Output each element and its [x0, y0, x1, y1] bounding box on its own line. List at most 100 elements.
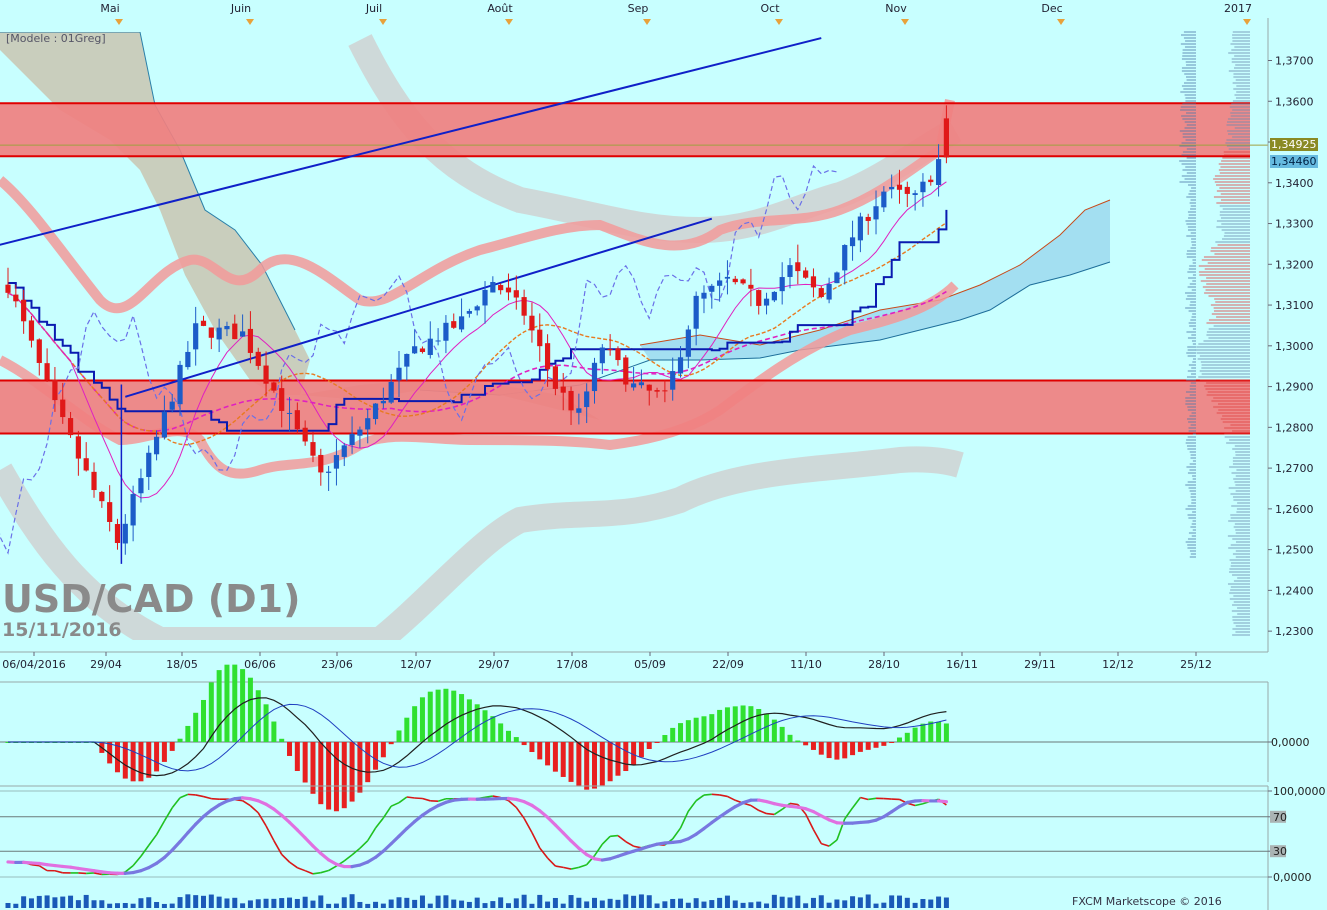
volume-bar [943, 897, 949, 908]
macd-histogram-bar [373, 742, 379, 770]
volume-bar [318, 895, 324, 908]
stoch-k-segment [163, 807, 173, 822]
volume-bar [904, 897, 910, 908]
date-tick-label: 23/06 [321, 658, 353, 671]
candle-body [130, 494, 136, 526]
macd-histogram-bar [592, 742, 597, 789]
candle-body [826, 283, 832, 300]
macd-histogram-bar [341, 742, 347, 809]
macd-histogram-bar [263, 704, 269, 742]
volume-bar [138, 898, 144, 908]
candle-body [99, 491, 105, 502]
volume-bar [91, 900, 97, 908]
volume-bar [646, 895, 652, 908]
volume-bar [764, 903, 770, 908]
candle-body [216, 327, 222, 340]
stoch-k-segment [484, 795, 493, 799]
macd-histogram-bar [748, 706, 754, 742]
usdcad-chart[interactable]: Mai Juin Juil Août Sep Oct Nov Dec 2017 1,3700 1,… [0, 0, 1327, 910]
macd-histogram-bar [232, 664, 238, 742]
macd-histogram-bar [224, 664, 230, 742]
candle-body [263, 365, 269, 384]
candle-body [458, 316, 465, 330]
volume-bar [255, 899, 261, 908]
candle-body [771, 291, 777, 301]
stoch-d-segment [311, 844, 323, 856]
stoch-d-segment [545, 815, 558, 827]
price-tick-label: 1,2900 [1275, 381, 1314, 394]
macd-histogram-bar [724, 707, 730, 742]
stoch-k-segment [328, 865, 337, 872]
volume-bar [850, 896, 856, 908]
stoch-k-segment [531, 832, 541, 849]
volume-bar [584, 901, 590, 908]
volume-bar [224, 898, 230, 908]
volume-bar [310, 900, 316, 908]
stoch-k-segment [828, 839, 838, 847]
candle-body [60, 399, 66, 418]
volume-bar [928, 899, 934, 908]
price-tick-label: 1,3200 [1275, 258, 1314, 271]
macd-histogram-bar [568, 742, 574, 782]
volume-bar [388, 899, 394, 908]
stoch-k-segment [812, 829, 822, 844]
candle-body [396, 367, 402, 381]
volume-bar [717, 897, 723, 908]
volume-bar [247, 900, 253, 908]
stoch-d-segment [170, 840, 182, 852]
candle-body [740, 279, 746, 284]
volume-bar [99, 900, 105, 908]
candle-body [435, 340, 441, 342]
candle-body [91, 471, 97, 491]
candle-body [318, 454, 324, 473]
stoch-k-segment [374, 817, 384, 829]
macd-histogram-bar [443, 688, 449, 742]
candle-body [83, 458, 89, 471]
stoch-k-segment [242, 800, 251, 807]
candle-body [513, 290, 519, 298]
candle-body [177, 364, 183, 405]
macd-histogram-bar [529, 742, 535, 753]
stoch-k-segment [727, 795, 736, 801]
macd-histogram-bar [161, 742, 167, 762]
macd-histogram-bar [842, 742, 848, 759]
volume-bar [537, 894, 543, 908]
date-tick-label: 25/12 [1180, 658, 1212, 671]
month-label: Dec [1041, 2, 1062, 15]
macd-histogram-bar [638, 742, 644, 758]
volume-bar [83, 894, 89, 908]
candle-body [607, 349, 613, 351]
volume-bar [724, 895, 730, 908]
price-tick-label: 1,3300 [1275, 218, 1314, 231]
stoch-k-segment [570, 866, 580, 870]
candle-body [451, 321, 457, 328]
date-tick-label: 12/12 [1102, 658, 1134, 671]
macd-histogram-bar [654, 742, 660, 743]
price-tick-label: 1,2800 [1275, 421, 1314, 434]
candle-body [732, 278, 738, 283]
candle-body [685, 329, 691, 357]
candle-body [709, 285, 715, 292]
volume-bar [216, 896, 222, 908]
candle-body [380, 400, 386, 404]
stoch-k-segment [211, 797, 220, 800]
stoch-k-segment [304, 869, 314, 875]
candle-body [404, 353, 410, 367]
volume-bar [13, 903, 19, 908]
candle-body [521, 297, 527, 316]
stoch-k-segment [851, 797, 862, 809]
price-zone [0, 380, 1250, 434]
stoch-d-segment [186, 822, 198, 835]
candle-body [787, 265, 793, 277]
volume-bar [28, 898, 34, 908]
volume-bar [889, 895, 895, 908]
volume-bar [193, 895, 199, 908]
date-tick-label: 29/11 [1024, 658, 1056, 671]
macd-histogram-bar [857, 742, 863, 752]
macd-histogram-bar [451, 690, 457, 742]
date-tick-label: 18/05 [166, 658, 198, 671]
candle-body [372, 403, 379, 420]
candle-body [107, 502, 113, 522]
candle-body [701, 292, 707, 299]
volume-bar [505, 903, 511, 908]
